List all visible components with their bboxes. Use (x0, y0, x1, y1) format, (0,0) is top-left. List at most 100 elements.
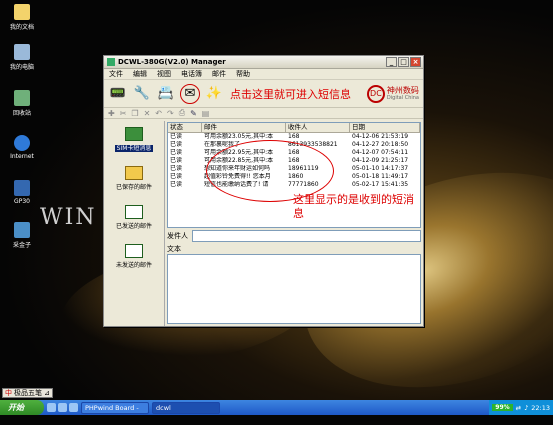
ime-mode-icon: ⊿ (44, 389, 50, 397)
copy-icon[interactable]: ❐ (131, 109, 138, 118)
task-dcwl[interactable]: dcwl (152, 401, 220, 414)
forward-icon[interactable]: ↷ (167, 109, 174, 118)
menu-view[interactable]: 视图 (157, 69, 171, 79)
desktop-icon-gp30[interactable]: GP30 (4, 180, 40, 205)
app-icon (107, 58, 115, 66)
network-icon[interactable]: ⇄ (516, 404, 521, 412)
cell-recipient: 168 (288, 133, 300, 140)
cell-date: 05-02-17 15:41:35 (352, 181, 409, 188)
ime-name: 极品五笔 (14, 389, 42, 397)
cell-status: 已读 (170, 157, 183, 164)
manager-window: DCWL-380G(V2.0) Manager _ □ × 文件 编辑 视图 电… (103, 55, 424, 327)
menu-help[interactable]: 帮助 (236, 69, 250, 79)
sender-label: 发件人 (167, 232, 188, 240)
ie-icon[interactable] (47, 403, 56, 412)
desktop-icon-internet[interactable]: Internet (4, 135, 40, 160)
maximize-button[interactable]: □ (398, 57, 409, 67)
sim-card-icon (125, 127, 143, 141)
computer-icon (14, 44, 30, 60)
delete-icon[interactable]: ✕ (144, 109, 151, 118)
folder-panel: SIM卡短消息 已保存的邮件 已发送的邮件 未发送的邮件 (104, 121, 165, 326)
cut-icon[interactable]: ✂ (120, 109, 127, 118)
column-recipient[interactable]: 收件人 (286, 123, 350, 132)
ime-bar[interactable]: 中 极品五笔 ⊿ (2, 388, 53, 398)
app-icon (14, 180, 30, 196)
menu-phonebook[interactable]: 电话簿 (181, 69, 202, 79)
reply-icon[interactable]: ↶ (155, 109, 162, 118)
cell-date: 04-12-07 07:54:11 (352, 149, 409, 156)
message-text-area[interactable] (167, 254, 421, 324)
cell-status: 已读 (170, 133, 183, 140)
annotation-toolbar: 点击这里就可进入短信息 (230, 87, 351, 101)
envelope-sent-icon (125, 205, 143, 219)
view-icon[interactable]: ▤ (202, 109, 210, 118)
ime-logo-icon: 中 (5, 389, 12, 397)
folder-saved[interactable]: 已保存的邮件 (104, 166, 164, 191)
cell-date: 05-01-10 14:17:37 (352, 165, 409, 172)
connect-button[interactable]: 📟 (108, 84, 128, 104)
desktop-icon-recycle-bin[interactable]: 回收站 (4, 90, 40, 117)
taskbar: 开始 PHPwind Board - dcwl 99% ⇄ ♪ 22:13 (0, 400, 553, 415)
sender-field[interactable] (192, 230, 421, 242)
clock: 22:13 (531, 403, 550, 412)
cell-status: 已读 (170, 141, 183, 148)
menu-edit[interactable]: 编辑 (133, 69, 147, 79)
close-button[interactable]: × (410, 57, 421, 67)
settings-button[interactable]: 🔧 (132, 84, 152, 104)
cell-date: 04-12-06 21:53:19 (352, 133, 409, 140)
battery-indicator[interactable]: 99% (492, 404, 513, 411)
minimize-button[interactable]: _ (386, 57, 397, 67)
task-phpwind[interactable]: PHPwind Board - (81, 401, 149, 414)
phonebook-button[interactable]: 📇 (156, 84, 176, 104)
text-label: 文本 (167, 245, 181, 253)
documents-icon (14, 4, 30, 20)
folder-sim-sms[interactable]: SIM卡短消息 (104, 127, 164, 152)
mail-toolbar: ✚ ✂ ❐ ✕ ↶ ↷ ⎙ ✎ ▤ (104, 108, 423, 119)
desktop-icon-documents[interactable]: 我的文档 (4, 4, 40, 31)
menu-bar: 文件 编辑 视图 电话簿 邮件 帮助 (104, 69, 423, 80)
wizard-button[interactable]: ✨ (204, 84, 224, 104)
app-icon (14, 222, 30, 238)
new-icon[interactable]: ✚ (108, 109, 115, 118)
folder-unsent[interactable]: 未发送的邮件 (104, 244, 164, 269)
media-icon[interactable] (69, 403, 78, 412)
title-bar[interactable]: DCWL-380G(V2.0) Manager _ □ × (104, 56, 423, 69)
wrench-icon: 🔧 (133, 86, 151, 101)
cell-status: 已读 (170, 173, 183, 180)
toolbar: 📟 🔧 📇 ✉ ✨ 点击这里就可进入短信息 DC 神州数码 Digital Ch… (104, 80, 423, 108)
cell-status: 已读 (170, 181, 183, 188)
list-header: 状态 邮件 收件人 日期 (168, 123, 420, 133)
brand-sub: Digital China (386, 94, 419, 101)
compose-icon[interactable]: ✎ (190, 109, 197, 118)
folder-sent[interactable]: 已发送的邮件 (104, 205, 164, 230)
menu-file[interactable]: 文件 (109, 69, 123, 79)
annotation-list: 这里显示的是收到的短消息 (293, 193, 414, 220)
column-status[interactable]: 状态 (168, 123, 202, 132)
sms-button[interactable]: ✉ (180, 83, 200, 104)
volume-icon[interactable]: ♪ (524, 404, 528, 412)
cell-status: 已读 (170, 149, 183, 156)
desktop-icon-caijinzi[interactable]: 采金子 (4, 222, 40, 249)
envelope-icon: ✉ (184, 86, 196, 101)
system-tray: 99% ⇄ ♪ 22:13 (489, 400, 553, 415)
wallpaper-logo: WINX (40, 191, 144, 249)
sender-row: 发件人 (165, 228, 423, 244)
column-date[interactable]: 日期 (350, 123, 420, 132)
wand-icon: ✨ (205, 86, 223, 101)
brand-name: 神州数码 (386, 85, 419, 95)
quick-launch (47, 403, 78, 412)
cell-status: 已读 (170, 165, 183, 172)
window-title: DCWL-380G(V2.0) Manager (118, 58, 226, 66)
print-icon[interactable]: ⎙ (179, 108, 185, 118)
recycle-bin-icon (14, 90, 30, 106)
desktop-icon[interactable] (58, 403, 67, 412)
cell-date: 04-12-27 20:18:50 (352, 141, 409, 148)
cell-date: 04-12-09 21:25:17 (352, 157, 409, 164)
table-row[interactable]: 已读 可用余额23.05元,其中:本 168 04-12-06 21:53:19 (168, 133, 420, 141)
column-mail[interactable]: 邮件 (202, 123, 286, 132)
phonebook-icon: 📇 (157, 86, 175, 101)
phone-icon: 📟 (109, 86, 127, 101)
menu-mail[interactable]: 邮件 (212, 69, 226, 79)
desktop-icon-computer[interactable]: 我的电脑 (4, 44, 40, 71)
start-button[interactable]: 开始 (0, 400, 44, 415)
